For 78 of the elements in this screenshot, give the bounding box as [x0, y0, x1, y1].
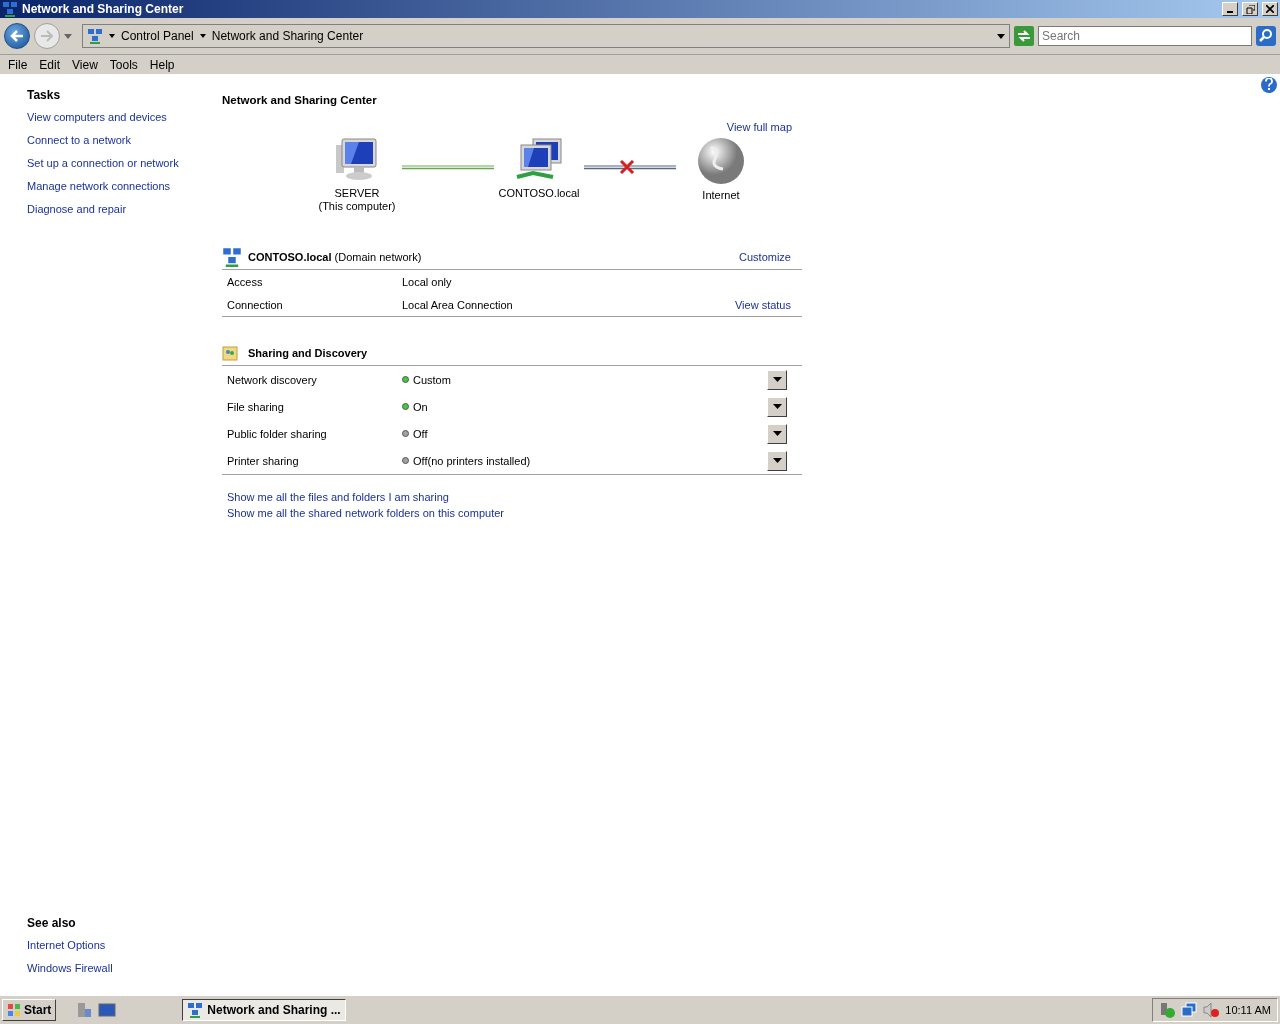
task-link[interactable]: Diagnose and repair — [27, 203, 222, 226]
people-folder-icon — [222, 345, 238, 361]
expand-button[interactable] — [767, 423, 787, 444]
setting-label: Printer sharing — [227, 454, 300, 467]
search-field[interactable]: Search — [1038, 26, 1252, 46]
node-label: Internet — [702, 189, 740, 202]
customize-link[interactable]: Customize — [739, 251, 791, 263]
taskbar-button[interactable]: Network and Sharing ... — [182, 999, 346, 1021]
setting-value: On — [413, 400, 428, 413]
expand-button[interactable] — [767, 369, 787, 390]
caret-icon[interactable] — [109, 34, 115, 38]
menu-item[interactable]: File — [2, 57, 34, 72]
menu-item[interactable]: Edit — [33, 57, 67, 72]
control-panel-icon — [87, 28, 103, 44]
network-icon — [222, 247, 242, 267]
question-mark-icon — [1264, 77, 1274, 90]
window-icon — [2, 1, 18, 17]
dropdown-arrow-icon — [772, 458, 782, 463]
dropdown-arrow-icon — [772, 377, 782, 382]
setting-value: Custom — [413, 373, 451, 386]
forward-arrow-icon — [40, 30, 54, 42]
setting-label: Public folder sharing — [227, 427, 328, 440]
task-link[interactable]: View computers and devices — [27, 111, 222, 134]
refresh-icon[interactable] — [1014, 26, 1034, 46]
network-icon[interactable] — [1181, 1002, 1198, 1018]
see-also-link[interactable]: Windows Firewall — [27, 962, 222, 985]
window-icon — [187, 1002, 204, 1018]
node-label: SERVER (This computer) — [318, 187, 396, 213]
tasks-heading: Tasks — [27, 88, 62, 102]
setting-value: Off(no printers installed) — [413, 454, 531, 467]
window-title: Network and Sharing Center — [22, 2, 185, 16]
node-label: CONTOSO.local — [498, 187, 580, 200]
menu-item[interactable]: View — [66, 57, 104, 72]
expand-button[interactable] — [767, 396, 787, 417]
address-field[interactable]: Control Panel Network and Sharing Center — [82, 24, 1010, 48]
desktop-icon[interactable] — [98, 1003, 117, 1017]
setting-label: Network discovery — [227, 373, 318, 386]
dropdown-arrow-icon — [772, 431, 782, 436]
setting-value: Off — [413, 427, 428, 440]
section-title: Sharing and Discovery — [248, 347, 368, 359]
see-also-heading: See also — [27, 916, 77, 930]
breadcrumb-item[interactable]: Control Panel — [121, 29, 194, 43]
row-label: Access — [227, 275, 264, 288]
task-link[interactable]: Set up a connection or network — [27, 157, 222, 180]
caret-icon[interactable] — [199, 34, 206, 38]
muted-speaker-icon[interactable] — [1203, 1002, 1220, 1018]
row-value: Local only — [402, 275, 452, 288]
sharing-link[interactable]: Show me all the files and folders I am sharing — [227, 491, 802, 503]
close-icon — [1266, 5, 1274, 13]
menu-item[interactable]: Tools — [103, 57, 144, 72]
dropdown-arrow-icon[interactable] — [997, 33, 1005, 39]
dropdown-arrow-icon — [772, 404, 782, 409]
network-name: CONTOSO.local (Domain network) — [248, 251, 422, 263]
minimize-button[interactable] — [1222, 2, 1238, 16]
task-link[interactable]: Connect to a network — [27, 134, 222, 157]
menu-item[interactable]: Help — [143, 57, 181, 72]
row-value: Local Area Connection — [402, 298, 513, 311]
expand-button[interactable] — [767, 450, 787, 471]
breadcrumb-item[interactable]: Network and Sharing Center — [211, 29, 364, 43]
restore-icon — [1245, 4, 1255, 14]
back-button[interactable] — [4, 23, 30, 49]
search-icon[interactable] — [1256, 26, 1276, 46]
restore-button[interactable] — [1242, 2, 1258, 16]
see-also-link[interactable]: Internet Options — [27, 939, 222, 962]
row-label: Connection — [227, 298, 284, 311]
view-full-map-link[interactable]: View full map — [726, 121, 792, 133]
back-arrow-icon — [10, 30, 24, 42]
windows-logo-icon — [7, 1003, 21, 1017]
globe-icon — [697, 137, 745, 185]
task-link[interactable]: Manage network connections — [27, 180, 222, 203]
setting-label: File sharing — [227, 400, 285, 413]
start-button[interactable]: Start — [2, 999, 57, 1021]
view-status-link[interactable]: View status — [734, 298, 791, 311]
close-button[interactable] — [1262, 2, 1278, 16]
page-title: Network and Sharing Center — [222, 94, 378, 106]
clock: 10:11 AM — [1225, 1004, 1271, 1016]
sharing-link[interactable]: Show me all the shared network folders on this computer — [227, 507, 802, 519]
help-button[interactable] — [1261, 77, 1277, 93]
